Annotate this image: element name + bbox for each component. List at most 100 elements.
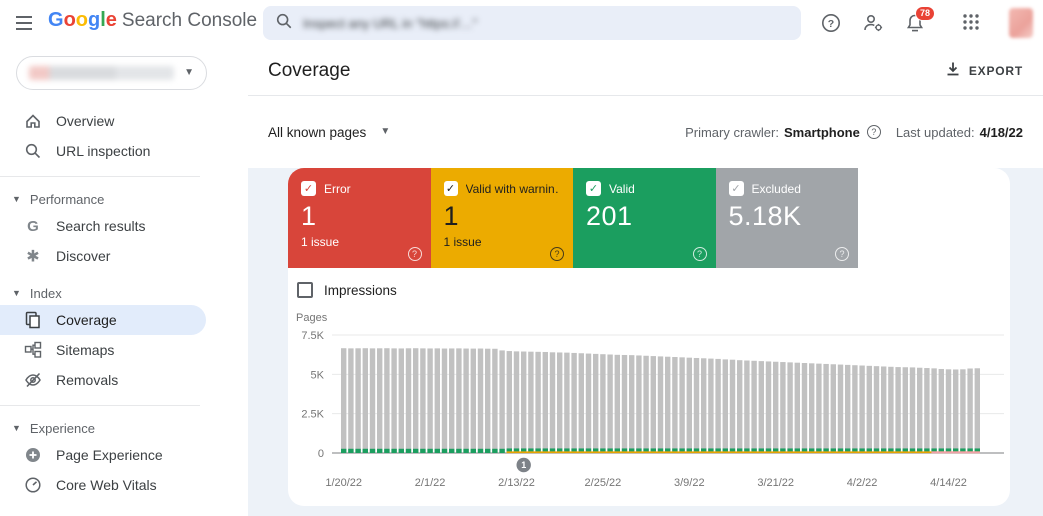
excluded-bar[interactable] [687, 358, 692, 453]
google-search-console-logo[interactable]: GoogleSearch Console [48, 9, 257, 32]
excluded-bar[interactable] [845, 365, 850, 453]
excluded-bar[interactable] [744, 360, 749, 453]
notifications-bell-icon[interactable]: 78 [905, 13, 925, 33]
excluded-bar[interactable] [831, 364, 836, 453]
excluded-bar[interactable] [370, 348, 375, 453]
status-card-excluded[interactable]: ✓Excluded5.18K? [716, 168, 859, 268]
excluded-bar[interactable] [939, 369, 944, 453]
status-card-checkbox[interactable]: ✓ [301, 181, 316, 196]
excluded-bar[interactable] [427, 348, 432, 453]
excluded-bar[interactable] [471, 349, 476, 453]
status-card-error[interactable]: ✓Error11 issue? [288, 168, 431, 268]
excluded-bar[interactable] [946, 369, 951, 453]
excluded-bar[interactable] [960, 369, 965, 453]
status-card-checkbox[interactable]: ✓ [729, 181, 744, 196]
excluded-bar[interactable] [809, 363, 814, 453]
excluded-bar[interactable] [521, 352, 526, 453]
excluded-bar[interactable] [967, 369, 972, 453]
excluded-bar[interactable] [651, 356, 656, 453]
excluded-bar[interactable] [442, 349, 447, 453]
sidebar-item-page-experience[interactable]: Page Experience [0, 440, 248, 470]
excluded-bar[interactable] [413, 348, 418, 453]
excluded-bar[interactable] [874, 366, 879, 453]
excluded-bar[interactable] [355, 348, 360, 453]
excluded-bar[interactable] [838, 365, 843, 453]
status-card-valid-with-warnings[interactable]: ✓Valid with warnin…11 issue? [431, 168, 574, 268]
excluded-bar[interactable] [550, 352, 555, 453]
excluded-bar[interactable] [629, 355, 634, 453]
excluded-bar[interactable] [751, 361, 756, 453]
help-icon[interactable]: ? [693, 247, 707, 261]
help-icon[interactable]: ? [550, 247, 564, 261]
excluded-bar[interactable] [528, 352, 533, 453]
status-card-checkbox[interactable]: ✓ [444, 181, 458, 196]
excluded-bar[interactable] [607, 355, 612, 453]
excluded-bar[interactable] [888, 367, 893, 453]
excluded-bar[interactable] [975, 368, 980, 453]
property-selector[interactable]: ▼ [16, 56, 207, 90]
excluded-bar[interactable] [535, 352, 540, 453]
excluded-bar[interactable] [881, 366, 886, 453]
page-type-filter-dropdown[interactable]: All known pages ▼ [268, 125, 390, 140]
excluded-bar[interactable] [406, 348, 411, 453]
excluded-bar[interactable] [600, 354, 605, 453]
excluded-bar[interactable] [377, 348, 382, 453]
excluded-bar[interactable] [391, 348, 396, 453]
export-button[interactable]: EXPORT [945, 61, 1023, 80]
excluded-bar[interactable] [787, 362, 792, 453]
excluded-bar[interactable] [478, 349, 483, 453]
excluded-bar[interactable] [399, 348, 404, 453]
excluded-bar[interactable] [953, 369, 958, 453]
excluded-bar[interactable] [485, 349, 490, 453]
excluded-bar[interactable] [492, 349, 497, 453]
help-icon[interactable]: ? [408, 247, 422, 261]
excluded-bar[interactable] [802, 363, 807, 453]
excluded-bar[interactable] [701, 358, 706, 453]
excluded-bar[interactable] [694, 358, 699, 453]
excluded-bar[interactable] [715, 359, 720, 453]
excluded-bar[interactable] [737, 360, 742, 453]
excluded-bar[interactable] [917, 368, 922, 453]
status-card-valid[interactable]: ✓Valid201? [573, 168, 716, 268]
excluded-bar[interactable] [910, 367, 915, 453]
excluded-bar[interactable] [723, 359, 728, 453]
hamburger-menu-icon[interactable] [14, 13, 34, 33]
url-inspection-search-bar[interactable]: Inspect any URL in "https://…" [263, 6, 801, 40]
sidebar-item-core-web-vitals[interactable]: Core Web Vitals [0, 470, 248, 500]
help-icon[interactable]: ? [867, 125, 881, 139]
excluded-bar[interactable] [636, 355, 641, 453]
excluded-bar[interactable] [780, 362, 785, 453]
excluded-bar[interactable] [679, 357, 684, 453]
account-avatar[interactable] [1009, 8, 1033, 38]
excluded-bar[interactable] [658, 356, 663, 453]
excluded-bar[interactable] [895, 367, 900, 453]
sidebar-section-performance[interactable]: ▼Performance [0, 187, 248, 211]
sidebar-item-removals[interactable]: Removals [0, 365, 248, 395]
sidebar-item-coverage[interactable]: Coverage [0, 305, 206, 335]
excluded-bar[interactable] [903, 367, 908, 453]
sidebar-section-experience[interactable]: ▼Experience [0, 416, 248, 440]
excluded-bar[interactable] [924, 368, 929, 453]
excluded-bar[interactable] [859, 366, 864, 453]
excluded-bar[interactable] [931, 368, 936, 453]
excluded-bar[interactable] [615, 355, 620, 453]
excluded-bar[interactable] [730, 360, 735, 453]
excluded-bar[interactable] [823, 364, 828, 453]
help-icon[interactable]: ? [821, 13, 841, 33]
excluded-bar[interactable] [341, 348, 346, 453]
excluded-bar[interactable] [867, 366, 872, 453]
excluded-bar[interactable] [643, 356, 648, 453]
excluded-bar[interactable] [766, 361, 771, 453]
excluded-bar[interactable] [435, 348, 440, 453]
excluded-bar[interactable] [795, 363, 800, 453]
excluded-bar[interactable] [586, 354, 591, 453]
excluded-bar[interactable] [348, 348, 353, 453]
excluded-bar[interactable] [363, 348, 368, 453]
excluded-bar[interactable] [816, 364, 821, 453]
help-icon[interactable]: ? [835, 247, 849, 261]
excluded-bar[interactable] [557, 352, 562, 453]
excluded-bar[interactable] [571, 353, 576, 453]
excluded-bar[interactable] [564, 353, 569, 453]
excluded-bar[interactable] [499, 350, 504, 453]
excluded-bar[interactable] [593, 354, 598, 453]
